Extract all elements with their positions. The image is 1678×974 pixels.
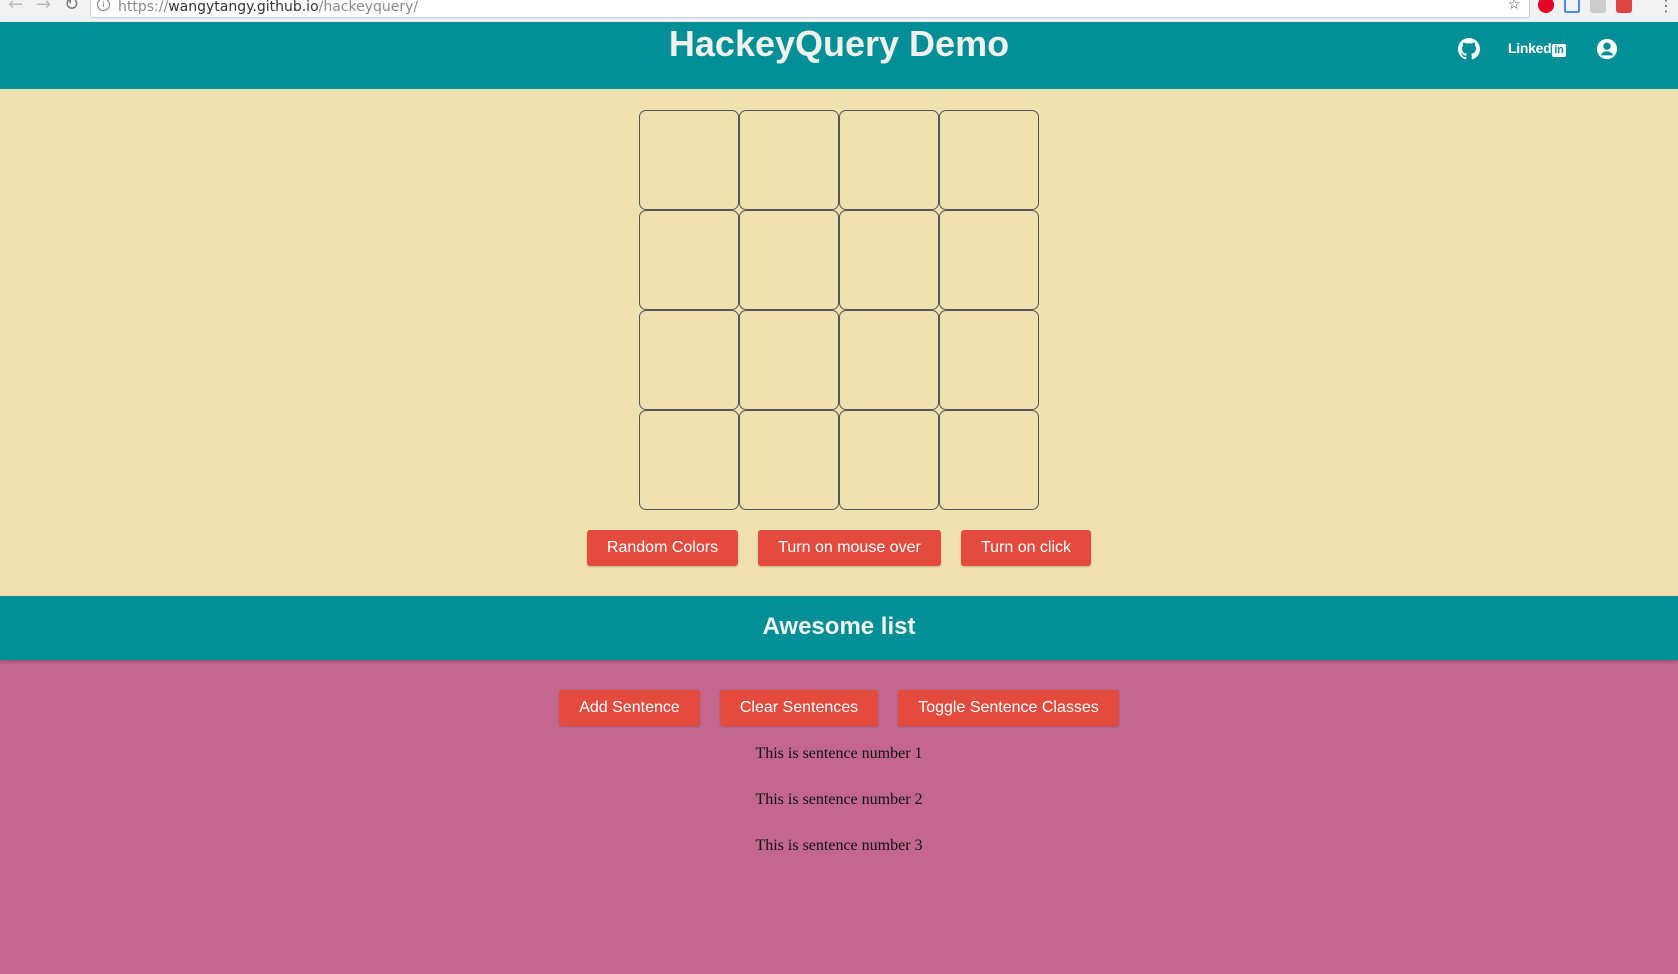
grid-cell[interactable]	[839, 410, 939, 510]
reload-icon[interactable]: ↻	[64, 0, 79, 15]
extension-icon[interactable]	[1564, 0, 1580, 13]
grid-cell[interactable]	[639, 410, 739, 510]
forward-icon[interactable]: →	[36, 0, 51, 15]
github-icon[interactable]	[1458, 38, 1480, 60]
grid-cell[interactable]	[839, 310, 939, 410]
info-icon[interactable]: i	[97, 0, 110, 11]
grid-section: Random Colors Turn on mouse over Turn on…	[0, 89, 1678, 596]
grid-cell[interactable]	[939, 110, 1039, 210]
url-text: https://wangytangy.github.io/hackeyquery…	[118, 0, 419, 15]
mouse-over-button[interactable]: Turn on mouse over	[758, 530, 941, 566]
grid-cell[interactable]	[639, 310, 739, 410]
site-header: HackeyQuery Demo Linked in	[0, 22, 1678, 89]
linkedin-icon[interactable]: Linked in	[1508, 40, 1566, 57]
pinterest-extension-icon[interactable]	[1538, 0, 1554, 13]
grid-cell[interactable]	[939, 210, 1039, 310]
clear-sentences-button[interactable]: Clear Sentences	[720, 690, 878, 726]
sentence-item: This is sentence number 2	[755, 791, 923, 808]
grid-cell[interactable]	[639, 110, 739, 210]
page-title: HackeyQuery Demo	[668, 23, 1010, 64]
random-colors-button[interactable]: Random Colors	[587, 530, 738, 566]
grid-cell[interactable]	[839, 110, 939, 210]
back-icon[interactable]: ←	[8, 0, 23, 15]
grid-cell[interactable]	[639, 210, 739, 310]
grid-cell[interactable]	[939, 310, 1039, 410]
toggle-sentence-classes-button[interactable]: Toggle Sentence Classes	[898, 690, 1119, 726]
bookmark-star-icon[interactable]: ☆	[1508, 0, 1521, 13]
list-title: Awesome list	[762, 613, 916, 640]
color-grid	[639, 110, 1039, 510]
grid-cell[interactable]	[739, 110, 839, 210]
browser-toolbar: ← → ↻ i https://wangytangy.github.io/hac…	[0, 0, 1678, 23]
extension-icon[interactable]	[1590, 0, 1606, 13]
grid-cell[interactable]	[939, 410, 1039, 510]
click-toggle-button[interactable]: Turn on click	[961, 530, 1091, 566]
list-header: Awesome list	[0, 596, 1678, 660]
add-sentence-button[interactable]: Add Sentence	[559, 690, 700, 726]
user-icon[interactable]	[1596, 38, 1618, 60]
browser-menu-icon[interactable]: ⋮	[1658, 0, 1674, 16]
grid-cell[interactable]	[739, 410, 839, 510]
grid-cell[interactable]	[839, 210, 939, 310]
extension-icon[interactable]	[1616, 0, 1632, 13]
sentence-item: This is sentence number 1	[755, 745, 923, 762]
address-bar[interactable]: i https://wangytangy.github.io/hackeyque…	[90, 0, 1530, 18]
sentence-item: This is sentence number 3	[755, 837, 923, 854]
grid-cell[interactable]	[739, 210, 839, 310]
grid-cell[interactable]	[739, 310, 839, 410]
